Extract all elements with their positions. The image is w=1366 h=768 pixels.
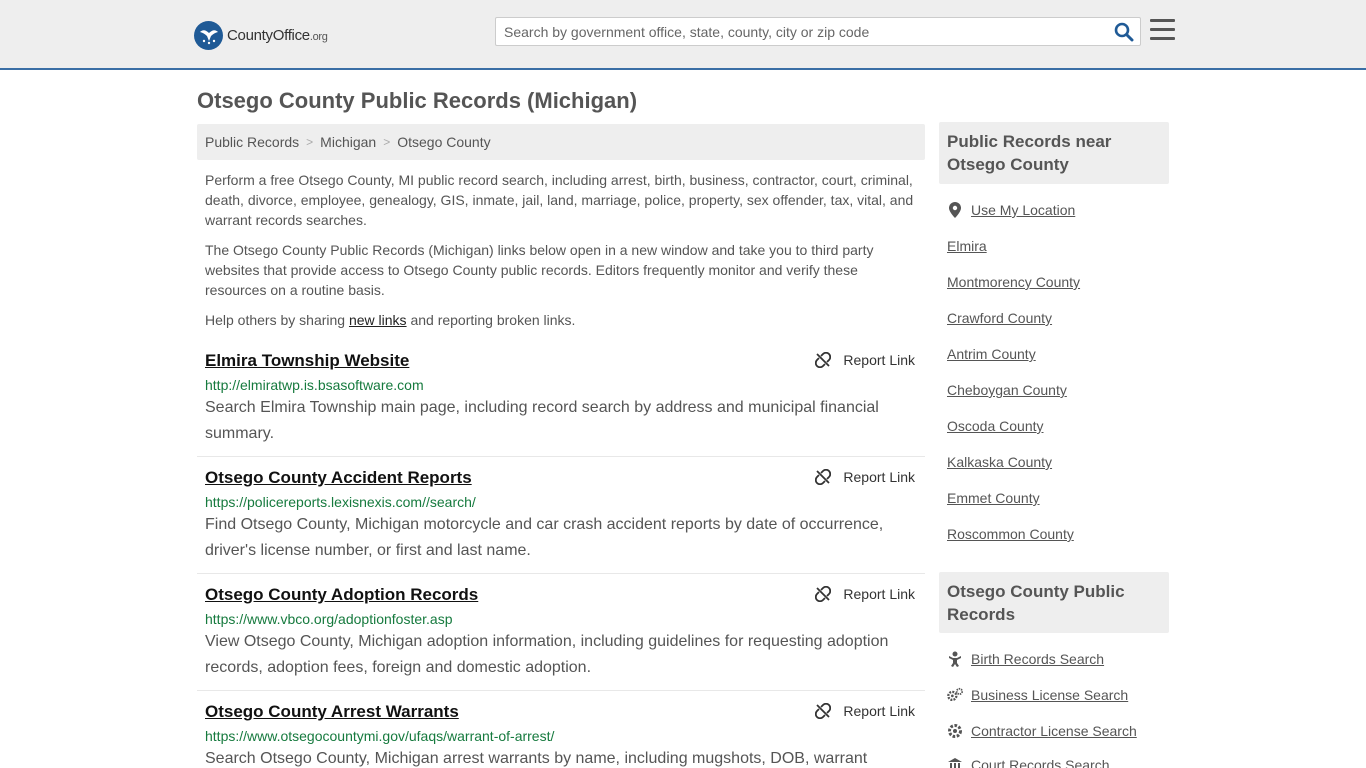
report-link-button[interactable]: Report Link bbox=[815, 703, 915, 719]
nearby-link-antrim[interactable]: Antrim County bbox=[947, 346, 1036, 362]
record-description: Search Elmira Township main page, includ… bbox=[205, 399, 879, 442]
logo-suffix-text: .org bbox=[309, 30, 328, 43]
new-links-link[interactable]: new links bbox=[349, 312, 407, 328]
use-my-location-link[interactable]: Use My Location bbox=[947, 202, 1075, 218]
record-item: Otsego County Arrest Warrants Report Lin… bbox=[197, 691, 925, 768]
nearby-link-montmorency[interactable]: Montmorency County bbox=[947, 274, 1080, 290]
record-item: Elmira Township Website Report Link http… bbox=[197, 340, 925, 457]
report-link-button[interactable]: Report Link bbox=[815, 586, 915, 602]
breadcrumb-michigan[interactable]: Michigan bbox=[320, 134, 376, 150]
page-title: Otsego County Public Records (Michigan) bbox=[197, 88, 638, 113]
broken-link-icon bbox=[815, 586, 832, 602]
record-item: Otsego County Adoption Records Report Li… bbox=[197, 574, 925, 691]
intro-paragraph-3: Help others by sharing new links and rep… bbox=[205, 312, 576, 328]
record-url[interactable]: http://elmiratwp.is.bsasoftware.com bbox=[205, 377, 424, 393]
record-url[interactable]: https://www.vbco.org/adoptionfoster.asp bbox=[205, 611, 452, 627]
breadcrumb-public-records[interactable]: Public Records bbox=[205, 134, 299, 150]
courthouse-icon bbox=[947, 757, 963, 768]
nearby-link-cheboygan[interactable]: Cheboygan County bbox=[947, 382, 1067, 398]
nearby-records-heading: Public Records near Otsego County bbox=[939, 122, 1169, 184]
record-description: Search Otsego County, Michigan arrest wa… bbox=[205, 750, 868, 767]
report-link-button[interactable]: Report Link bbox=[815, 469, 915, 485]
nearby-link-crawford[interactable]: Crawford County bbox=[947, 310, 1052, 326]
broken-link-icon bbox=[815, 703, 832, 719]
search-box bbox=[495, 17, 1141, 46]
hamburger-menu-icon[interactable] bbox=[1150, 19, 1175, 41]
search-input[interactable] bbox=[496, 18, 1106, 45]
intro-paragraph-1: Perform a free Otsego County, MI public … bbox=[205, 172, 914, 228]
nearby-link-roscommon[interactable]: Roscommon County bbox=[947, 526, 1074, 542]
search-icon[interactable] bbox=[1114, 22, 1134, 42]
county-records-heading: Otsego County Public Records bbox=[939, 572, 1169, 633]
breadcrumb-otsego-county[interactable]: Otsego County bbox=[397, 134, 490, 150]
breadcrumb-separator: > bbox=[306, 135, 314, 149]
breadcrumb: Public Records > Michigan > Otsego Count… bbox=[197, 124, 925, 160]
nearby-link-elmira[interactable]: Elmira bbox=[947, 238, 987, 254]
record-title-link[interactable]: Otsego County Accident Reports bbox=[205, 468, 472, 488]
intro-paragraph-2: The Otsego County Public Records (Michig… bbox=[205, 242, 874, 298]
nearby-link-oscoda[interactable]: Oscoda County bbox=[947, 418, 1044, 434]
broken-link-icon bbox=[815, 352, 832, 368]
record-title-link[interactable]: Otsego County Arrest Warrants bbox=[205, 702, 459, 722]
record-description: Find Otsego County, Michigan motorcycle … bbox=[205, 516, 884, 559]
gear-icon bbox=[947, 723, 963, 739]
baby-icon bbox=[947, 651, 963, 667]
record-title-link[interactable]: Otsego County Adoption Records bbox=[205, 585, 478, 605]
report-link-button[interactable]: Report Link bbox=[815, 352, 915, 368]
nearby-link-emmet[interactable]: Emmet County bbox=[947, 490, 1040, 506]
gears-icon bbox=[947, 687, 963, 703]
nearby-link-kalkaska[interactable]: Kalkaska County bbox=[947, 454, 1052, 470]
business-license-search-link[interactable]: Business License Search bbox=[947, 687, 1128, 703]
record-url[interactable]: https://policereports.lexisnexis.com//se… bbox=[205, 494, 476, 510]
birth-records-search-link[interactable]: Birth Records Search bbox=[947, 651, 1104, 667]
record-title-link[interactable]: Elmira Township Website bbox=[205, 351, 409, 371]
record-item: Otsego County Accident Reports Report Li… bbox=[197, 457, 925, 574]
breadcrumb-separator: > bbox=[383, 135, 391, 149]
map-marker-icon bbox=[947, 202, 963, 218]
eagle-seal-icon bbox=[194, 20, 223, 50]
contractor-license-search-link[interactable]: Contractor License Search bbox=[947, 723, 1137, 739]
site-header: CountyOffice.org bbox=[0, 0, 1366, 70]
record-description: View Otsego County, Michigan adoption in… bbox=[205, 633, 889, 676]
logo-main-text: CountyOffice bbox=[227, 26, 310, 44]
record-url[interactable]: https://www.otsegocountymi.gov/ufaqs/war… bbox=[205, 728, 554, 744]
broken-link-icon bbox=[815, 469, 832, 485]
site-logo[interactable]: CountyOffice.org bbox=[194, 20, 328, 50]
court-records-search-link[interactable]: Court Records Search bbox=[947, 757, 1110, 768]
